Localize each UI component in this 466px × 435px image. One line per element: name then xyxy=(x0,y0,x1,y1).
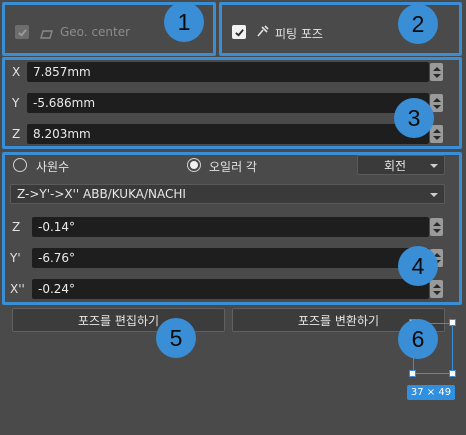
callout-5: 5 xyxy=(156,318,196,358)
spin-down-icon[interactable] xyxy=(432,104,441,109)
pos-z-label: Z xyxy=(12,127,21,141)
size-tooltip: 37 × 49 xyxy=(407,385,455,400)
euler-convention-select[interactable]: Z->Y'->X'' ABB/KUKA/NACHI xyxy=(10,184,445,204)
pos-y-label: Y xyxy=(12,96,20,110)
checkmark-icon xyxy=(17,28,27,37)
rot-x-spinner[interactable] xyxy=(430,280,443,298)
rot-z-input[interactable]: -0.14° xyxy=(32,217,429,237)
geo-center-label: Geo. center xyxy=(60,25,131,39)
geo-center-icon xyxy=(40,28,53,42)
spin-up-icon[interactable] xyxy=(432,97,441,102)
pos-x-label: X xyxy=(12,65,21,79)
chevron-down-icon xyxy=(430,193,438,197)
spin-up-icon[interactable] xyxy=(432,283,441,288)
quaternion-label: 사원수 xyxy=(36,160,70,174)
selection-handle[interactable] xyxy=(449,370,456,377)
radio-selected-dot xyxy=(190,161,198,169)
quaternion-radio[interactable] xyxy=(13,158,27,172)
rot-x-input[interactable]: -0.24° xyxy=(32,279,429,299)
spin-down-icon[interactable] xyxy=(432,290,441,295)
selection-handle[interactable] xyxy=(449,319,456,326)
callout-2: 2 xyxy=(398,4,438,44)
rotation-mode-select[interactable]: 회전 xyxy=(357,155,445,175)
fitting-pose-checkbox[interactable] xyxy=(232,25,246,39)
fitting-icon xyxy=(256,24,270,41)
spin-down-icon[interactable] xyxy=(432,135,441,140)
callout-3: 3 xyxy=(394,98,434,138)
spin-up-icon[interactable] xyxy=(432,128,441,133)
chevron-down-icon xyxy=(430,164,438,168)
euler-convention-value: Z->Y'->X'' ABB/KUKA/NACHI xyxy=(17,187,186,201)
rot-y-input[interactable]: -6.76° xyxy=(32,248,429,268)
geo-center-checkbox[interactable] xyxy=(15,25,29,39)
rot-z-label: Z xyxy=(12,220,21,234)
fitting-pose-label: 피팅 포즈 xyxy=(275,27,323,41)
pos-z-input[interactable]: 8.203mm xyxy=(27,124,429,144)
spin-down-icon[interactable] xyxy=(432,73,441,78)
checkmark-icon xyxy=(234,28,244,37)
pos-x-spinner[interactable] xyxy=(430,63,443,81)
spin-up-icon[interactable] xyxy=(432,66,441,71)
selection-handle[interactable] xyxy=(409,370,416,377)
rot-x-label: X'' xyxy=(10,282,25,296)
callout-1: 1 xyxy=(164,2,204,42)
rot-y-label: Y' xyxy=(10,251,21,265)
callout-6: 6 xyxy=(398,319,438,359)
pos-y-input[interactable]: -5.686mm xyxy=(27,93,429,113)
euler-radio[interactable] xyxy=(187,158,201,172)
rotation-mode-value: 회전 xyxy=(383,158,407,173)
euler-label: 오일러 각 xyxy=(209,160,257,174)
spin-down-icon[interactable] xyxy=(432,228,441,233)
spin-up-icon[interactable] xyxy=(432,221,441,226)
rot-z-spinner[interactable] xyxy=(430,218,443,236)
pos-z-spinner[interactable] xyxy=(430,125,443,143)
callout-4: 4 xyxy=(398,246,438,286)
pos-x-input[interactable]: 7.857mm xyxy=(27,62,429,82)
